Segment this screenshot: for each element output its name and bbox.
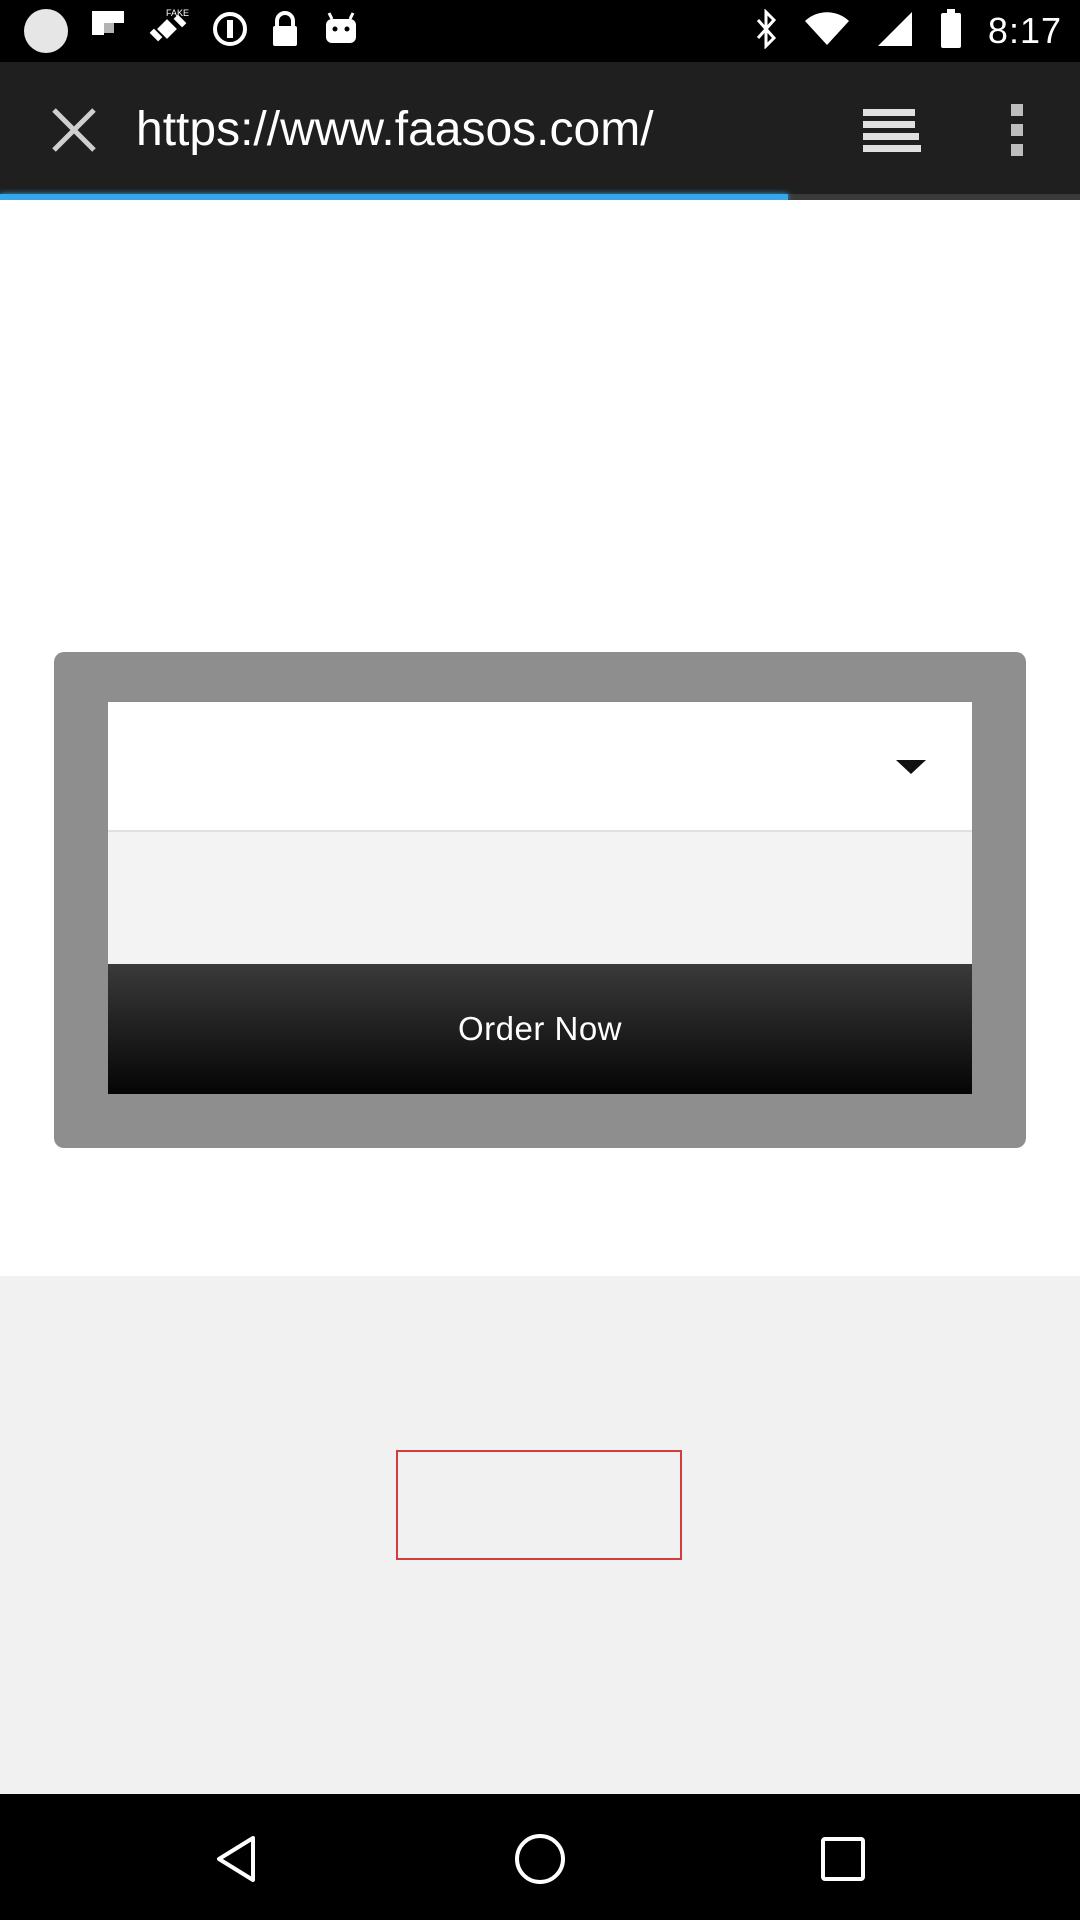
red-outline-box[interactable] — [396, 1450, 682, 1560]
more-vert-icon[interactable] — [992, 98, 1042, 162]
recents-icon[interactable] — [808, 1824, 878, 1894]
reader-mode-icon[interactable] — [856, 98, 928, 162]
svg-text:FAKE: FAKE — [166, 8, 189, 18]
navigation-bar — [0, 1794, 1080, 1920]
lock-icon — [270, 10, 300, 53]
bluetooth-icon — [754, 7, 778, 54]
browser-toolbar: https://www.faasos.com/ — [0, 62, 1080, 198]
close-icon[interactable] — [36, 96, 112, 164]
status-bar: FAKE 8:17 — [0, 0, 1080, 62]
order-now-button[interactable]: Order Now — [108, 964, 972, 1094]
location-select[interactable] — [108, 702, 972, 832]
web-content: Order Now — [0, 200, 1080, 1794]
home-icon[interactable] — [505, 1824, 575, 1894]
android-icon — [322, 11, 360, 52]
data-saver-icon — [212, 11, 248, 52]
status-right-icons: 8:17 — [754, 7, 1062, 54]
chevron-down-icon — [896, 760, 926, 774]
back-icon[interactable] — [202, 1824, 272, 1894]
status-left-icons: FAKE — [24, 8, 360, 54]
grey-section — [0, 1276, 1080, 1794]
signal-icon — [876, 10, 914, 53]
wifi-icon — [804, 11, 850, 52]
battery-icon — [940, 8, 962, 54]
url-text[interactable]: https://www.faasos.com/ — [136, 102, 816, 158]
second-input-field[interactable] — [108, 832, 972, 964]
flipboard-icon — [90, 9, 126, 54]
notification-dot-icon — [24, 9, 68, 53]
fake-gps-icon: FAKE — [148, 8, 190, 55]
order-card: Order Now — [54, 652, 1026, 1148]
status-time: 8:17 — [987, 10, 1062, 51]
